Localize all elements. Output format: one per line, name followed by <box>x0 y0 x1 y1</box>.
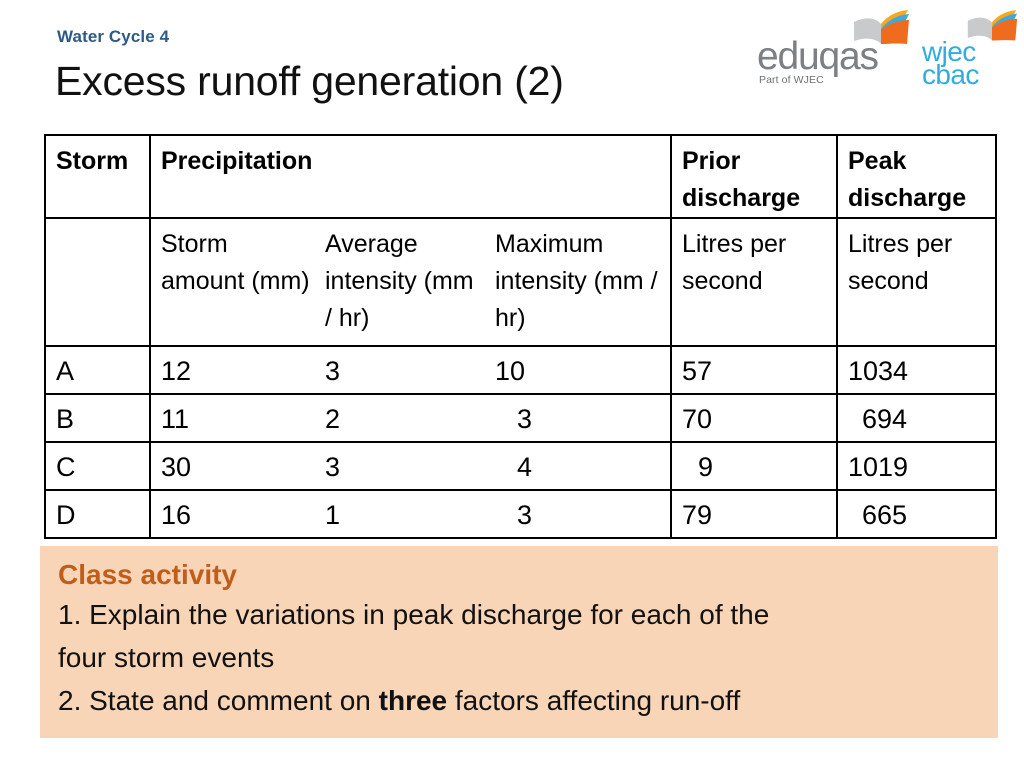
cell-peak-discharge: 694 <box>836 393 997 443</box>
slide-header: Water Cycle 4 Excess runoff generation (… <box>0 0 1024 132</box>
storm-data-table: Storm Precipitation Prior discharge Peak… <box>44 134 997 539</box>
eduqas-logo: eduqas Part of WJEC <box>757 10 909 88</box>
eduqas-wordmark: eduqas <box>757 35 879 78</box>
cell-prior-discharge: 70 <box>670 393 838 443</box>
class-activity-item-1-line-1: 1. Explain the variations in peak discha… <box>58 599 770 630</box>
cell-peak-discharge: 665 <box>836 489 997 539</box>
class-activity-item-2: 2. State and comment on three factors af… <box>58 679 998 722</box>
item-2-suffix: factors affecting run-off <box>447 685 741 716</box>
subheader-cell-storm-amount: Storm amount (mm) <box>149 217 315 347</box>
item-2-prefix: 2. State and comment on <box>58 685 379 716</box>
cell-average-intensity: 2 <box>315 393 485 443</box>
subheader-cell-prior-units: Litres per second <box>670 217 838 347</box>
cell-maximum-intensity: 3 <box>485 393 672 443</box>
subheader-label-average-intensity: Average intensity (mm / hr) <box>325 230 474 332</box>
header-cell-precipitation-spacer-1 <box>315 134 485 219</box>
table-row: D 16 1 3 79 665 <box>44 489 997 539</box>
cell-maximum-intensity: 10 <box>485 345 672 395</box>
subheader-label-prior-units: Litres per second <box>682 230 787 295</box>
cell-average-intensity: 3 <box>315 441 485 491</box>
table-row: C 30 3 4 9 1019 <box>44 441 997 491</box>
cell-prior-discharge: 79 <box>670 489 838 539</box>
cell-average-intensity: 1 <box>315 489 485 539</box>
subheader-cell-storm <box>44 217 151 347</box>
table-row: A 12 3 10 57 1034 <box>44 345 997 395</box>
page-title: Excess runoff generation (2) <box>55 58 564 104</box>
cell-storm-amount: 16 <box>149 489 315 539</box>
table-header-row-primary: Storm Precipitation Prior discharge Peak… <box>44 134 997 219</box>
cell-prior-discharge: 57 <box>670 345 838 395</box>
cell-storm-amount: 30 <box>149 441 315 491</box>
cell-peak-discharge: 1034 <box>836 345 997 395</box>
subheader-cell-peak-units: Litres per second <box>836 217 997 347</box>
cell-average-intensity: 3 <box>315 345 485 395</box>
subheader-label-maximum-intensity: Maximum intensity (mm / hr) <box>495 230 658 332</box>
item-2-emphasis: three <box>378 685 448 716</box>
header-cell-prior-discharge: Prior discharge <box>670 134 838 219</box>
class-activity-item-1-line-2: four storm events <box>58 642 275 673</box>
wjec-cbac-logo: wjec cbac <box>922 10 1018 90</box>
cell-peak-discharge: 1019 <box>836 441 997 491</box>
class-activity-heading: Class activity <box>58 559 237 590</box>
subheader-cell-average-intensity: Average intensity (mm / hr) <box>315 217 485 347</box>
class-activity-panel: Class activity 1. Explain the variations… <box>40 546 998 738</box>
header-label-storm: Storm <box>56 147 129 175</box>
table-row: B 11 2 3 70 694 <box>44 393 997 443</box>
header-cell-precipitation: Precipitation <box>149 134 315 219</box>
cell-storm: B <box>44 393 151 443</box>
cell-storm-amount: 11 <box>149 393 315 443</box>
header-label-peak-discharge: Peak discharge <box>848 147 967 212</box>
cell-storm-amount: 12 <box>149 345 315 395</box>
header-label-prior-discharge: Prior discharge <box>682 147 801 212</box>
cell-storm: A <box>44 345 151 395</box>
header-cell-peak-discharge: Peak discharge <box>836 134 997 219</box>
subheader-cell-maximum-intensity: Maximum intensity (mm / hr) <box>485 217 672 347</box>
cbac-wordmark: cbac <box>922 59 979 90</box>
header-cell-storm: Storm <box>44 134 151 219</box>
subheader-label-peak-units: Litres per second <box>848 230 953 295</box>
cell-maximum-intensity: 3 <box>485 489 672 539</box>
table-header-row-secondary: Storm amount (mm) Average intensity (mm … <box>44 217 997 347</box>
slide-kicker: Water Cycle 4 <box>57 27 170 46</box>
header-label-precipitation: Precipitation <box>161 147 313 175</box>
eduqas-subtitle: Part of WJEC <box>759 74 824 86</box>
subheader-label-storm-amount: Storm amount (mm) <box>161 230 310 295</box>
cell-maximum-intensity: 4 <box>485 441 672 491</box>
cell-storm: C <box>44 441 151 491</box>
cell-storm: D <box>44 489 151 539</box>
cell-prior-discharge: 9 <box>670 441 838 491</box>
header-cell-precipitation-spacer-2 <box>485 134 672 219</box>
